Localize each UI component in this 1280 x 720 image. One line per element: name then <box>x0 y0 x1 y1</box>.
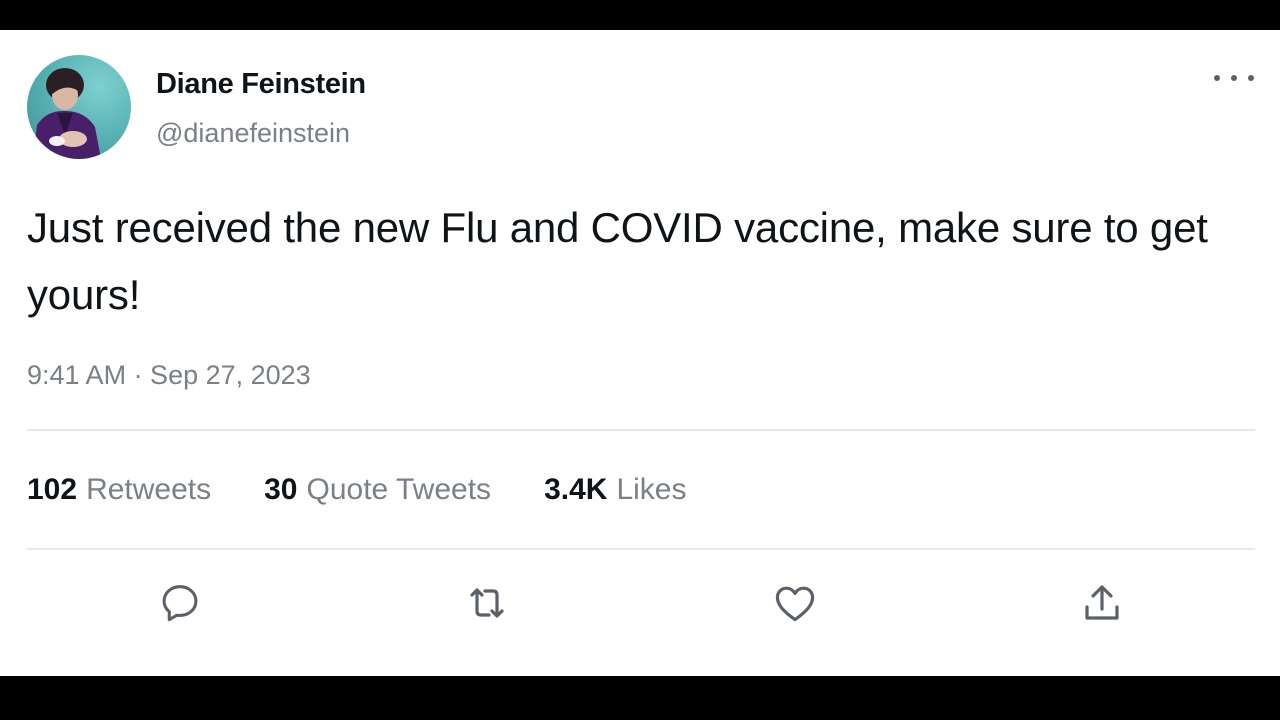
engagement-stats: 102 Retweets 30 Quote Tweets 3.4K Likes <box>27 473 739 513</box>
retweets-count: 102 <box>27 473 78 506</box>
share-button[interactable] <box>1076 577 1128 629</box>
more-options-icon[interactable] <box>1214 66 1254 90</box>
retweet-icon <box>470 588 504 618</box>
author-handle[interactable]: @dianefeinstein <box>156 118 350 149</box>
like-button[interactable] <box>769 577 821 629</box>
retweet-button[interactable] <box>461 577 513 629</box>
tweet-timestamp[interactable]: 9:41 AM · Sep 27, 2023 <box>27 360 311 391</box>
share-icon <box>1085 585 1119 620</box>
divider-top <box>27 429 1255 431</box>
reply-button[interactable] <box>154 577 206 629</box>
likes-count: 3.4K <box>544 473 608 506</box>
avatar-image <box>33 68 101 159</box>
divider-bottom <box>27 548 1255 550</box>
reply-icon <box>162 585 198 622</box>
author-display-name[interactable]: Diane Feinstein <box>156 68 366 101</box>
avatar[interactable] <box>27 55 131 159</box>
likes-label: Likes <box>616 473 687 506</box>
retweets-label: Retweets <box>86 473 212 506</box>
quote-tweets-count: 30 <box>264 473 298 506</box>
retweets-stat[interactable]: 102 Retweets <box>27 473 211 507</box>
tweet-card: Diane Feinstein @dianefeinstein Just rec… <box>0 30 1280 676</box>
tweet-text: Just received the new Flu and COVID vacc… <box>27 204 1208 318</box>
likes-stat[interactable]: 3.4K Likes <box>544 473 686 507</box>
quote-tweets-stat[interactable]: 30 Quote Tweets <box>264 473 491 507</box>
quote-tweets-label: Quote Tweets <box>306 473 492 506</box>
like-icon <box>775 586 815 622</box>
